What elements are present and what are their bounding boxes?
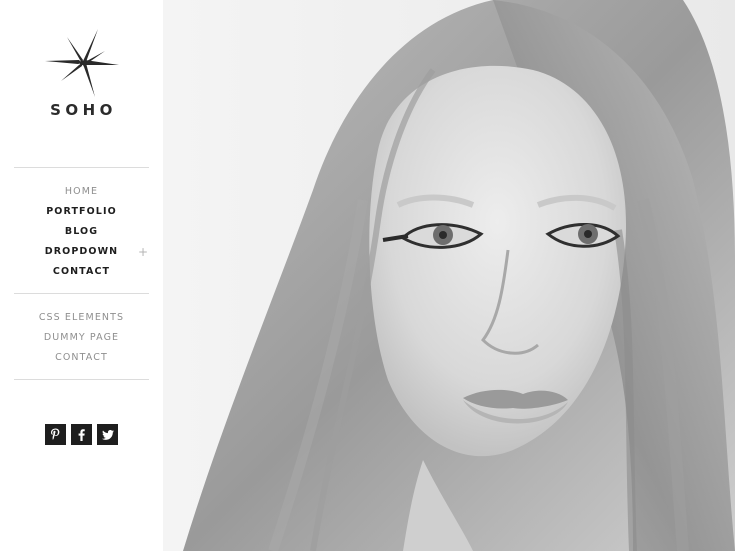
nav-item-label: BLOG (64, 226, 99, 237)
nav-item-portfolio[interactable]: PORTFOLIO (0, 202, 163, 222)
nav-item-label: CONTACT (52, 266, 111, 277)
primary-nav: HOME PORTFOLIO BLOG DROPDOWN + CONTACT (0, 182, 163, 282)
social-links (45, 424, 118, 445)
nav-item-label: CONTACT (55, 352, 108, 363)
facebook-button[interactable] (71, 424, 92, 445)
twitter-button[interactable] (97, 424, 118, 445)
facebook-icon (78, 428, 85, 441)
hero-image (163, 0, 735, 551)
submenu-plus-icon[interactable]: + (138, 242, 148, 262)
sidebar: SOHO HOME PORTFOLIO BLOG DROPDOWN + CONT… (0, 0, 163, 551)
nav-item-label: CSS ELEMENTS (38, 312, 125, 323)
nav-item-label: PORTFOLIO (46, 206, 117, 217)
nav-item-label: DROPDOWN (44, 246, 119, 257)
nav-item-dummy-page[interactable]: DUMMY PAGE (0, 328, 163, 348)
portrait-photo (163, 0, 735, 551)
nav-item-label: DUMMY PAGE (43, 332, 120, 343)
divider (14, 293, 149, 294)
divider (14, 167, 149, 168)
divider (14, 379, 149, 380)
nav-item-contact[interactable]: CONTACT (0, 262, 163, 282)
nav-item-dropdown[interactable]: DROPDOWN + (0, 242, 163, 262)
nav-item-label: HOME (64, 186, 99, 197)
pinterest-button[interactable] (45, 424, 66, 445)
nav-item-css-elements[interactable]: CSS ELEMENTS (0, 308, 163, 328)
nav-item-contact-secondary[interactable]: CONTACT (0, 348, 163, 368)
twitter-icon (101, 429, 114, 440)
brand-name: SOHO (50, 101, 117, 119)
pinterest-icon (51, 428, 60, 440)
nav-item-home[interactable]: HOME (0, 182, 163, 202)
secondary-nav: CSS ELEMENTS DUMMY PAGE CONTACT (0, 308, 163, 368)
starburst-logo-icon (45, 29, 119, 97)
nav-item-blog[interactable]: BLOG (0, 222, 163, 242)
